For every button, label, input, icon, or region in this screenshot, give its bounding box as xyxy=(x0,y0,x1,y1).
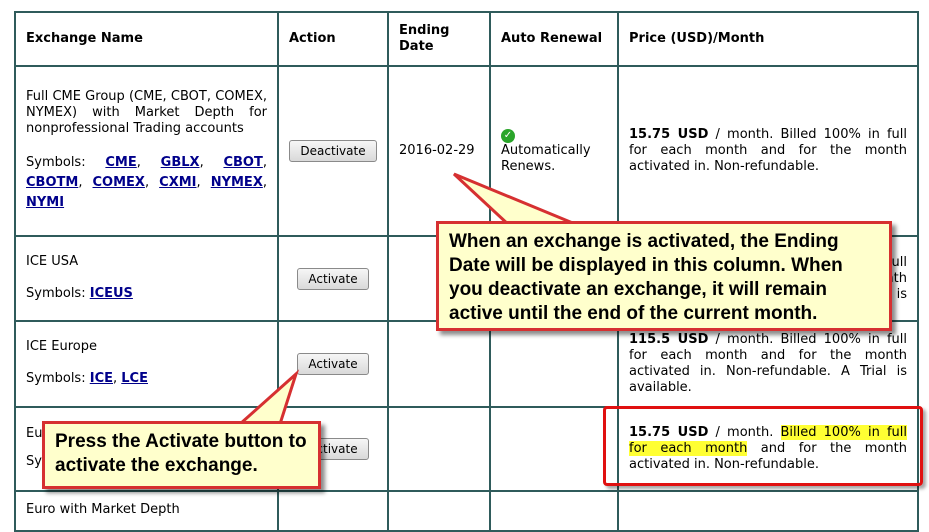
ending-date-callout: When an exchange is activated, the Endin… xyxy=(436,221,892,331)
symbols-label: Symbols: xyxy=(26,155,86,170)
header-exchange-name: Exchange Name xyxy=(14,11,279,67)
auto-renewal-cell xyxy=(489,320,619,408)
activate-callout: Press the Activate button to activate th… xyxy=(42,421,321,489)
header-price: Price (USD)/Month xyxy=(617,11,919,67)
price-cell: 15.75 USD / month. Billed 100% in full f… xyxy=(617,65,919,237)
price-partial-3: is xyxy=(896,286,907,302)
activate-callout-text: Press the Activate button to activate th… xyxy=(55,431,307,476)
table-row: ICE Europe Symbols: ICE, LCE Activate 11… xyxy=(14,320,919,408)
price-highlight-box xyxy=(603,406,923,486)
exchange-name: Full CME Group (CME, CBOT, COMEX, NYMEX)… xyxy=(26,89,267,136)
price-cell xyxy=(617,490,919,532)
symbol-link-iceus[interactable]: ICEUS xyxy=(90,286,133,301)
ending-date-cell xyxy=(387,320,491,408)
symbols-label: Symbols: xyxy=(26,371,86,386)
auto-renewal-cell xyxy=(489,490,619,532)
exchange-name-cell: Euro with Market Depth xyxy=(14,490,279,532)
auto-renewal-cell xyxy=(489,406,619,492)
table-header-row: Exchange Name Action Ending Date Auto Re… xyxy=(14,11,919,67)
symbol-link-ice[interactable]: ICE xyxy=(90,371,113,386)
price-amount: 15.75 USD xyxy=(629,127,709,142)
symbols-label: Symbols: xyxy=(26,285,86,301)
symbols-line: Symbols: ICEUS xyxy=(26,284,267,304)
deactivate-button[interactable]: Deactivate xyxy=(289,140,377,162)
exchange-name: ICE Europe xyxy=(26,339,97,354)
check-circle-icon: ✓ xyxy=(501,129,515,143)
price-cell: 115.5 USD / month. Billed 100% in full f… xyxy=(617,320,919,408)
symbol-link-gblx[interactable]: GBLX xyxy=(161,155,200,170)
activate-button[interactable]: Activate xyxy=(297,267,369,290)
symbol-link-cbotm[interactable]: CBOTM xyxy=(26,175,78,190)
symbol-link-comex[interactable]: COMEX xyxy=(93,175,145,190)
table-row: Euro with Market Depth xyxy=(14,490,919,532)
action-cell: Deactivate xyxy=(277,65,389,237)
symbol-link-nymi[interactable]: NYMI xyxy=(26,195,64,210)
symbol-link-cme[interactable]: CME xyxy=(105,155,136,170)
symbol-link-cbot[interactable]: CBOT xyxy=(223,155,262,170)
exchange-name-cell: ICE USA Symbols: ICEUS xyxy=(14,235,279,322)
ending-date-callout-text: When an exchange is activated, the Endin… xyxy=(449,231,843,324)
symbol-link-lce[interactable]: LCE xyxy=(121,371,148,386)
action-cell: Activate xyxy=(277,235,389,322)
activate-button[interactable]: Activate xyxy=(297,353,369,375)
exchange-name: ICE USA xyxy=(26,253,79,269)
action-cell xyxy=(277,490,389,532)
symbol-link-nymex[interactable]: NYMEX xyxy=(211,175,263,190)
symbol-link-cxmi[interactable]: CXMI xyxy=(159,175,196,190)
exchange-name: Euro with Market Depth xyxy=(26,502,180,517)
exchange-name-cell: Full CME Group (CME, CBOT, COMEX, NYMEX)… xyxy=(14,65,279,237)
price-amount: 115.5 USD xyxy=(629,332,709,347)
ending-date-cell xyxy=(387,490,491,532)
ending-date-cell xyxy=(387,406,491,492)
header-ending-date: Ending Date xyxy=(387,11,491,67)
header-action: Action xyxy=(277,11,389,67)
symbols-line: Symbols: CME, GBLX, CBOT, CBOTM, COMEX, … xyxy=(26,155,267,210)
header-auto-renewal: Auto Renewal xyxy=(489,11,619,67)
